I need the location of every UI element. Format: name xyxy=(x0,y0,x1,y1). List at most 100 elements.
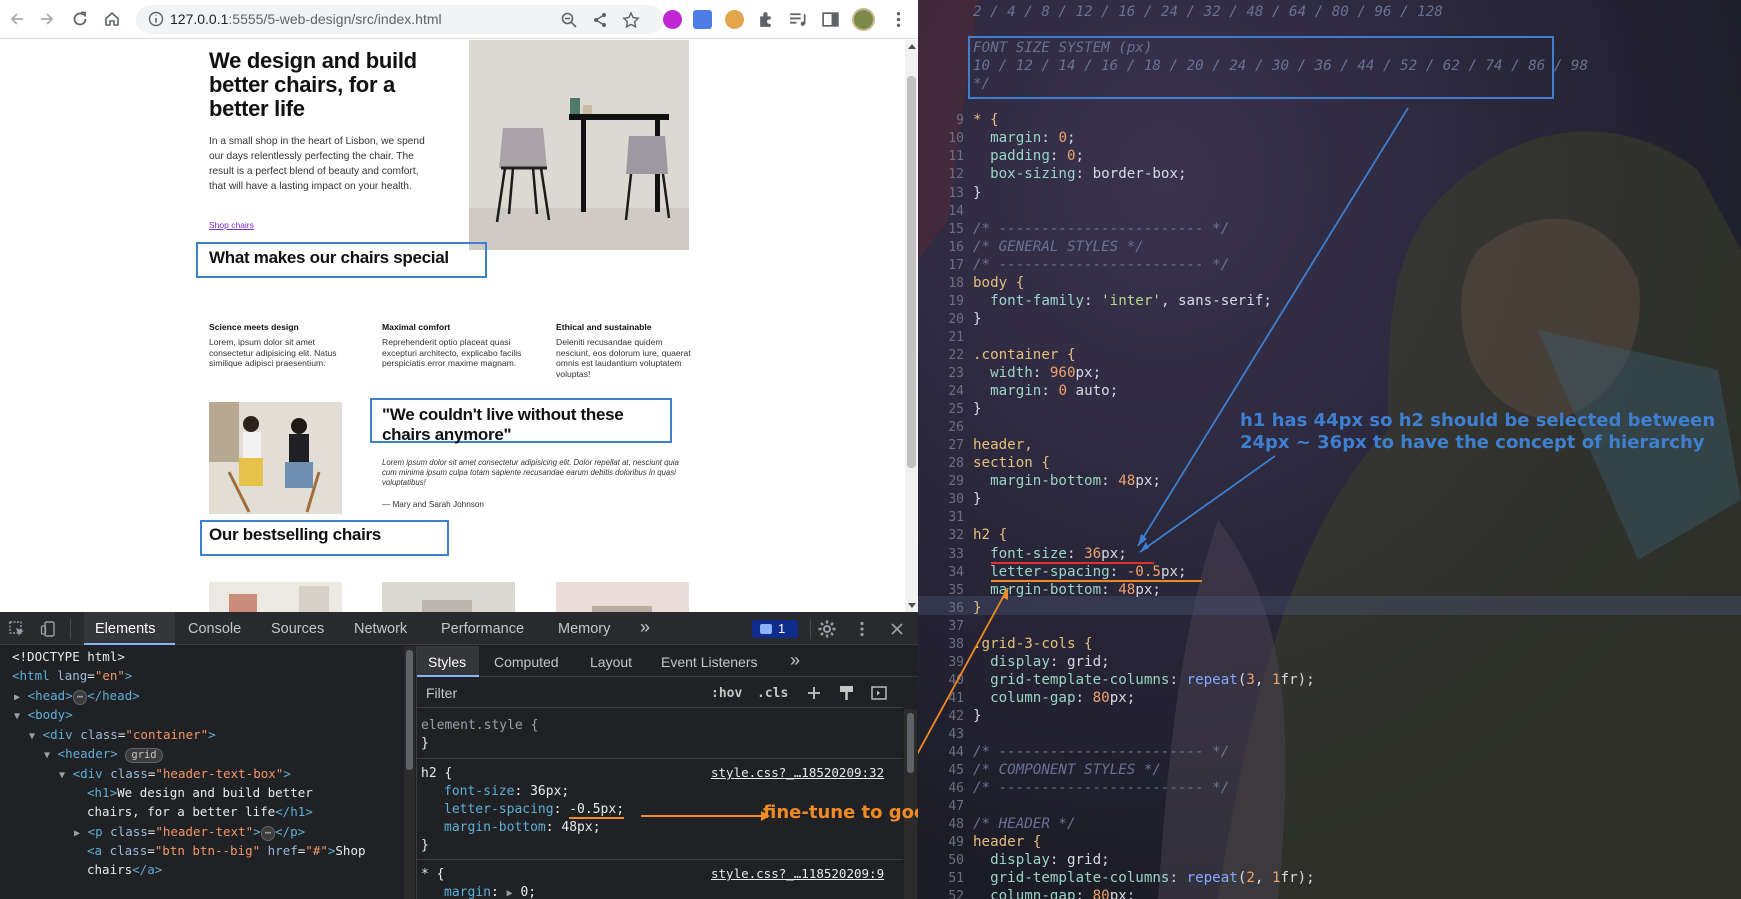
device-toolbar-icon[interactable] xyxy=(40,620,58,638)
code-line[interactable]: margin: 0 auto; xyxy=(973,383,1118,399)
share-icon[interactable] xyxy=(591,11,609,29)
zoom-icon[interactable] xyxy=(560,11,578,29)
cls-button[interactable]: .cls xyxy=(757,686,788,701)
dom-node-a[interactable]: <a class="btn btn--big" href="#">Shop xyxy=(87,842,366,859)
code-line[interactable]: display: grid; xyxy=(973,654,1110,670)
tab-network[interactable]: Network xyxy=(354,621,407,637)
h2-rule-source-link[interactable]: style.css?_…18520209:32 xyxy=(711,765,884,780)
scroll-up-icon[interactable] xyxy=(908,44,916,49)
paint-roller-icon[interactable] xyxy=(838,684,856,702)
code-line[interactable]: /* GENERAL STYLES */ xyxy=(973,239,1144,255)
scroll-thumb[interactable] xyxy=(907,713,914,773)
star-rule-source-link[interactable]: style.css?_…118520209:9 xyxy=(711,866,884,881)
dom-node-head[interactable]: ▶ <head> ⋯ </head> xyxy=(14,687,140,706)
code-line[interactable]: margin-bottom: 48px; xyxy=(973,473,1161,489)
code-line[interactable]: header, xyxy=(973,437,1033,453)
inspect-element-icon[interactable] xyxy=(8,620,26,638)
dom-node-body[interactable]: ▼ <body> xyxy=(14,706,73,725)
devtools-menu-icon[interactable] xyxy=(853,620,871,638)
code-line[interactable]: } xyxy=(973,311,982,327)
styles-filter-input[interactable] xyxy=(421,681,699,705)
address-bar[interactable]: 127.0.0.1:5555/5-web-design/src/index.ht… xyxy=(136,5,664,34)
code-line[interactable]: font-family: 'inter', sans-serif; xyxy=(973,293,1272,309)
issues-badge[interactable]: 1 xyxy=(752,620,798,638)
code-line[interactable]: header { xyxy=(973,834,1041,850)
code-line[interactable]: .grid-3-cols { xyxy=(973,636,1093,652)
code-line[interactable]: margin: 0; xyxy=(973,130,1075,146)
code-line[interactable]: /* COMPONENT STYLES */ xyxy=(973,762,1161,778)
dom-doctype[interactable]: <!DOCTYPE html> xyxy=(12,648,125,665)
tab-sources[interactable]: Sources xyxy=(271,621,324,637)
code-line[interactable]: column-gap: 80px; xyxy=(973,888,1135,899)
home-button[interactable] xyxy=(100,7,124,31)
subtab-styles[interactable]: Styles xyxy=(428,654,466,670)
code-line[interactable]: } xyxy=(973,708,982,724)
h2-rule-selector[interactable]: h2 { xyxy=(421,765,452,782)
dom-node-h1[interactable]: <h1>We design and build better xyxy=(87,784,313,801)
subtab-layout[interactable]: Layout xyxy=(590,654,632,670)
more-menu-icon[interactable] xyxy=(889,10,908,29)
code-line[interactable]: box-sizing: border-box; xyxy=(973,166,1186,182)
code-line[interactable]: width: 960px; xyxy=(973,365,1101,381)
code-line[interactable]: /* ------------------------ */ xyxy=(973,257,1229,273)
tab-memory[interactable]: Memory xyxy=(558,621,610,637)
star-rule-selector[interactable]: * { xyxy=(421,866,444,883)
shop-chairs-link[interactable]: Shop chairs xyxy=(209,220,254,230)
code-line[interactable]: h2 { xyxy=(973,527,1007,543)
code-line[interactable]: } xyxy=(973,491,982,507)
code-line[interactable]: .container { xyxy=(973,347,1076,363)
dom-tree-scrollbar[interactable] xyxy=(404,646,415,899)
code-line[interactable]: FONT SIZE SYSTEM (px) xyxy=(973,40,1152,56)
dom-node-a-cont[interactable]: chairs</a> xyxy=(87,861,162,878)
code-line[interactable]: body { xyxy=(973,275,1024,291)
code-line[interactable]: /* ------------------------ */ xyxy=(973,780,1229,796)
code-line[interactable]: column-gap: 80px; xyxy=(973,690,1135,706)
code-line[interactable]: 10 / 12 / 14 / 16 / 18 / 20 / 24 / 30 / … xyxy=(973,58,1588,74)
element-style-selector[interactable]: element.style { xyxy=(421,717,538,734)
tab-console[interactable]: Console xyxy=(188,621,241,637)
dom-node-header-text-box[interactable]: ▼ <div class="header-text-box"> xyxy=(59,765,291,784)
extension-translate-icon[interactable] xyxy=(693,10,712,29)
side-panel-icon[interactable] xyxy=(821,10,840,29)
code-line[interactable]: /* ------------------------ */ xyxy=(973,221,1229,237)
settings-gear-icon[interactable] xyxy=(817,619,837,639)
tab-performance[interactable]: Performance xyxy=(441,621,524,637)
dom-node-p[interactable]: ▶ <p class="header-text"> ⋯ </p> xyxy=(74,823,305,842)
extensions-puzzle-icon[interactable] xyxy=(757,10,776,29)
css-declaration-letter-spacing[interactable]: letter-spacing: -0.5px; xyxy=(444,801,625,819)
code-line[interactable]: * { xyxy=(973,112,999,128)
site-info-icon[interactable] xyxy=(148,11,164,27)
extension-cookie-icon[interactable] xyxy=(725,10,744,29)
profile-avatar[interactable] xyxy=(852,8,875,31)
code-line[interactable]: display: grid; xyxy=(973,852,1110,868)
code-line[interactable]: font-size: 36px; xyxy=(973,546,1127,562)
code-line[interactable]: grid-template-columns: repeat(2, 1fr); xyxy=(973,870,1315,886)
forward-button[interactable] xyxy=(35,7,59,31)
reload-button[interactable] xyxy=(68,7,92,31)
more-tabs-button[interactable]: » xyxy=(640,617,650,638)
subtab-computed[interactable]: Computed xyxy=(494,654,559,670)
code-line[interactable]: } xyxy=(973,401,982,417)
code-line[interactable]: 2 / 4 / 8 / 12 / 16 / 24 / 32 / 48 / 64 … xyxy=(973,4,1443,20)
code-line[interactable]: letter-spacing: -0.5px; xyxy=(973,564,1186,580)
code-line[interactable]: */ xyxy=(973,76,990,92)
tab-elements[interactable]: Elements xyxy=(95,621,155,637)
scroll-down-icon[interactable] xyxy=(908,603,916,608)
extension-lr-icon[interactable] xyxy=(663,10,682,29)
code-line[interactable]: padding: 0; xyxy=(973,148,1084,164)
dom-node-h1-cont[interactable]: chairs, for a better life</h1> xyxy=(87,803,313,820)
back-button[interactable] xyxy=(5,7,29,31)
media-queue-icon[interactable] xyxy=(788,10,807,29)
hov-button[interactable]: :hov xyxy=(711,686,742,701)
css-declaration-margin-bottom[interactable]: margin-bottom: 48px; xyxy=(444,819,601,836)
css-declaration-margin[interactable]: margin: ▶ 0; xyxy=(444,884,536,899)
dom-node-header[interactable]: ▼ <header> grid xyxy=(44,745,163,764)
code-line[interactable]: grid-template-columns: repeat(3, 1fr); xyxy=(973,672,1315,688)
page-scrollbar[interactable] xyxy=(905,40,918,612)
css-declaration-font-size[interactable]: font-size: 36px; xyxy=(444,783,569,800)
url-text[interactable]: 127.0.0.1:5555/5-web-design/src/index.ht… xyxy=(170,11,442,27)
code-line[interactable]: } xyxy=(973,600,982,616)
code-line[interactable]: } xyxy=(973,185,982,201)
new-rule-plus-icon[interactable] xyxy=(805,684,823,702)
bookmark-star-icon[interactable] xyxy=(622,11,640,29)
